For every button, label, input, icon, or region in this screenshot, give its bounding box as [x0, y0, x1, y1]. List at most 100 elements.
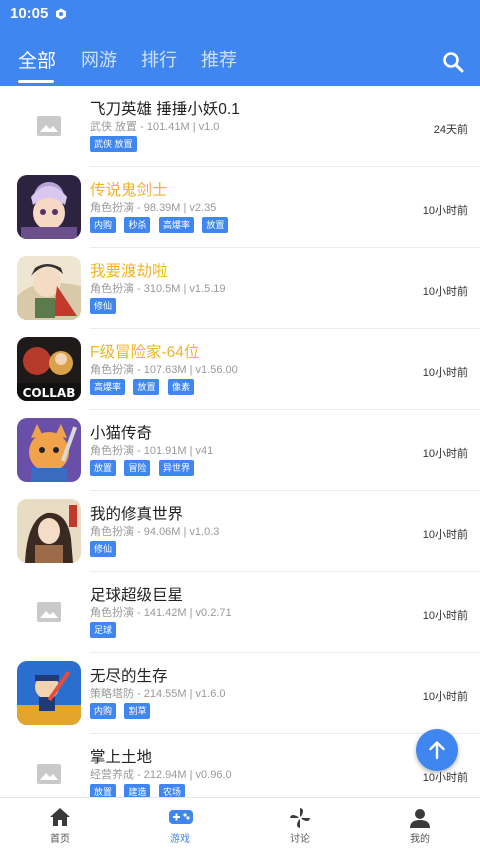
nav-label: 我的 — [410, 834, 430, 845]
game-tag: 异世界 — [158, 460, 194, 476]
game-tag: 建造 — [124, 784, 151, 797]
nav-discussion[interactable]: 讨论 — [260, 798, 340, 853]
pinwheel-icon — [290, 808, 310, 828]
image-placeholder-icon — [37, 764, 61, 784]
game-tags: 高爆率 放置 像素 — [90, 379, 198, 395]
game-meta: 角色扮演 - 141.42M | v0.2.71 — [90, 607, 232, 619]
game-list-item[interactable]: 足球超级巨星 角色扮演 - 141.42M | v0.2.71 足球 10小时前 — [0, 572, 480, 653]
game-name[interactable]: 足球超级巨星 — [90, 583, 183, 605]
top-tab-bar: 全部 网游 排行 推荐 — [0, 28, 480, 86]
game-meta: 策略塔防 - 214.55M | v1.6.0 — [90, 688, 226, 700]
game-name[interactable]: 我的修真世界 — [90, 502, 183, 524]
game-meta: 角色扮演 - 101.91M | v41 — [90, 445, 214, 457]
game-meta: 武侠 放置 - 101.41M | v1.0 — [90, 121, 220, 133]
update-time: 10小时前 — [422, 367, 468, 379]
update-time: 10小时前 — [422, 529, 468, 541]
game-name[interactable]: 飞刀英雄 捶捶小妖0.1 — [90, 97, 240, 119]
gamepad-icon — [169, 810, 193, 824]
game-list-item[interactable]: 飞刀英雄 捶捶小妖0.1 武侠 放置 - 101.41M | v1.0 武侠 放… — [0, 86, 480, 167]
game-name[interactable]: 掌上土地 — [90, 745, 152, 767]
game-tag: 放置 — [90, 460, 117, 476]
user-icon — [410, 809, 430, 828]
game-name[interactable]: 无尽的生存 — [90, 664, 168, 686]
game-meta: 角色扮演 - 310.5M | v1.5.19 — [90, 283, 226, 295]
game-meta: 角色扮演 - 107.63M | v1.56.00 — [90, 364, 238, 376]
update-time: 10小时前 — [422, 205, 468, 217]
game-tag: 修仙 — [90, 541, 117, 557]
arrow-up-icon — [429, 741, 445, 760]
status-bar: 10:05 — [0, 0, 480, 28]
game-icon[interactable]: COLLAB — [17, 337, 81, 401]
game-name[interactable]: 传说鬼剑士 — [90, 178, 168, 200]
game-tag: 冒险 — [124, 460, 151, 476]
update-time: 24天前 — [433, 124, 468, 136]
game-tag: 内购 — [90, 703, 117, 719]
game-tag: 足球 — [90, 622, 117, 638]
game-tag: 内购 — [90, 217, 117, 233]
tab-ranking[interactable]: 排行 — [141, 46, 177, 72]
game-meta: 经营养成 - 212.94M | v0.96.0 — [90, 769, 232, 781]
game-tags: 修仙 — [90, 298, 120, 314]
game-tag: 高爆率 — [158, 217, 194, 233]
game-tags: 修仙 — [90, 541, 120, 557]
game-list-item[interactable]: 无尽的生存 策略塔防 - 214.55M | v1.6.0 内购 割草 10小时… — [0, 653, 480, 734]
game-icon[interactable] — [17, 418, 81, 482]
game-tags: 放置 建造 农场 — [90, 784, 189, 797]
game-tag: 秒杀 — [124, 217, 151, 233]
nav-home[interactable]: 首页 — [20, 798, 100, 853]
game-list-item[interactable]: 传说鬼剑士 角色扮演 - 98.39M | v2.35 内购 秒杀 高爆率 放置… — [0, 167, 480, 248]
game-list-item[interactable]: COLLAB F级冒险家-64位 角色扮演 - 107.63M | v1.56.… — [0, 329, 480, 410]
nav-label: 首页 — [50, 834, 70, 845]
game-icon[interactable] — [17, 256, 81, 320]
update-time: 10小时前 — [422, 691, 468, 703]
status-time: 10:05 — [10, 5, 49, 22]
game-tag: 割草 — [124, 703, 151, 719]
game-list-item[interactable]: 小猫传奇 角色扮演 - 101.91M | v41 放置 冒险 异世界 10小时… — [0, 410, 480, 491]
notification-icon — [56, 8, 66, 20]
game-meta: 角色扮演 - 98.39M | v2.35 — [90, 202, 217, 214]
game-tags: 放置 冒险 异世界 — [90, 460, 198, 476]
nav-label: 游戏 — [170, 834, 190, 845]
active-tab-indicator — [18, 80, 54, 83]
game-icon[interactable] — [17, 661, 81, 725]
nav-label: 讨论 — [290, 834, 310, 845]
game-tag: 修仙 — [90, 298, 117, 314]
game-tag: 武侠 放置 — [90, 136, 137, 152]
game-list-item[interactable]: 我的修真世界 角色扮演 - 94.06M | v1.0.3 修仙 10小时前 — [0, 491, 480, 572]
nav-mine[interactable]: 我的 — [380, 798, 460, 853]
game-icon[interactable] — [17, 175, 81, 239]
update-time: 10小时前 — [422, 772, 468, 784]
game-name[interactable]: 小猫传奇 — [90, 421, 152, 443]
search-icon[interactable] — [441, 50, 465, 74]
game-list-item[interactable]: 我要渡劫啦 角色扮演 - 310.5M | v1.5.19 修仙 10小时前 — [0, 248, 480, 329]
game-tag: 放置 — [90, 784, 117, 797]
update-time: 10小时前 — [422, 448, 468, 460]
game-tag: 高爆率 — [90, 379, 126, 395]
game-tag: 放置 — [133, 379, 160, 395]
game-tag: 像素 — [167, 379, 194, 395]
home-icon — [50, 808, 70, 826]
game-name[interactable]: 我要渡劫啦 — [90, 259, 168, 281]
bottom-navigation: 首页 游戏 讨论 我的 — [0, 797, 480, 853]
game-meta: 角色扮演 - 94.06M | v1.0.3 — [90, 526, 220, 538]
game-tags: 足球 — [90, 622, 120, 638]
game-tags: 内购 割草 — [90, 703, 154, 719]
image-placeholder-icon — [37, 602, 61, 622]
tab-all[interactable]: 全部 — [18, 46, 56, 73]
nav-games[interactable]: 游戏 — [140, 798, 220, 853]
update-time: 10小时前 — [422, 610, 468, 622]
image-placeholder-icon — [37, 116, 61, 136]
scroll-to-top-button[interactable] — [416, 729, 458, 771]
game-tags: 内购 秒杀 高爆率 放置 — [90, 217, 232, 233]
game-name[interactable]: F级冒险家-64位 — [90, 340, 199, 362]
game-icon[interactable] — [17, 499, 81, 563]
game-tag: 放置 — [202, 217, 229, 233]
tab-recommend[interactable]: 推荐 — [201, 46, 237, 72]
game-list[interactable]: 飞刀英雄 捶捶小妖0.1 武侠 放置 - 101.41M | v1.0 武侠 放… — [0, 86, 480, 797]
update-time: 10小时前 — [422, 286, 468, 298]
tab-online-games[interactable]: 网游 — [81, 46, 117, 72]
game-tag: 农场 — [158, 784, 185, 797]
icon-caption: COLLAB — [23, 386, 76, 400]
game-tags: 武侠 放置 — [90, 136, 141, 152]
game-list-item[interactable]: 掌上土地 经营养成 - 212.94M | v0.96.0 放置 建造 农场 1… — [0, 734, 480, 797]
